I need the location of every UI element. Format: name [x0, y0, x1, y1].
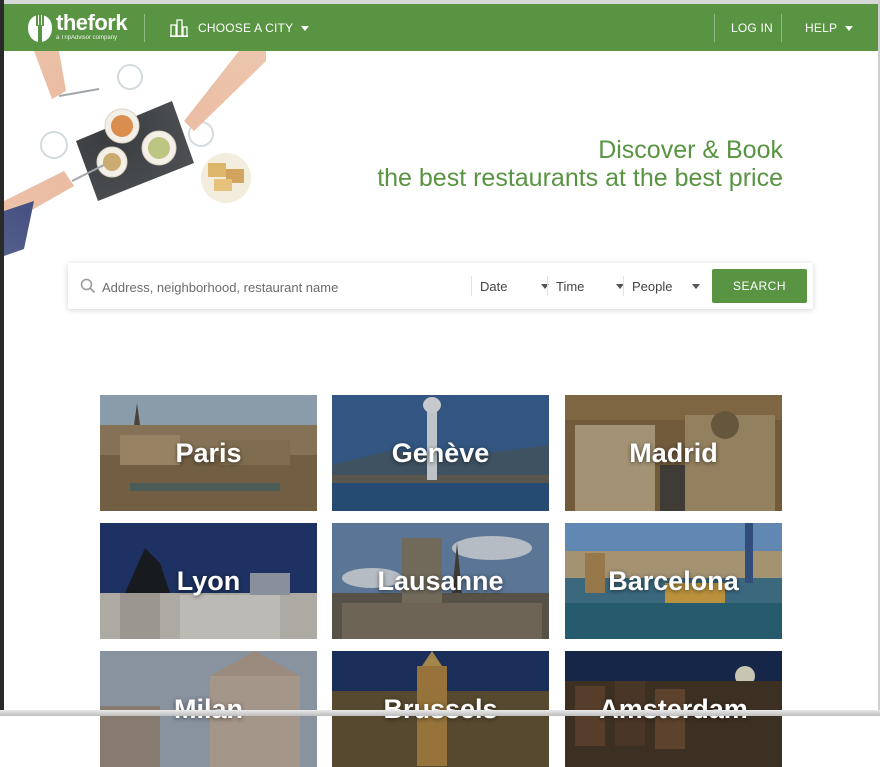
- people-label: People: [632, 278, 673, 294]
- city-card-lyon[interactable]: Lyon: [100, 523, 317, 639]
- date-label: Date: [480, 278, 508, 294]
- date-dropdown[interactable]: Date: [471, 276, 549, 296]
- thefork-logo[interactable]: thefork a TripAdvisor company: [26, 10, 128, 44]
- city-name: Milan: [173, 693, 243, 724]
- city-buildings-icon: [170, 19, 188, 37]
- city-card-geneve[interactable]: Genève: [332, 395, 549, 511]
- choose-city-label: CHOOSE A CITY: [198, 21, 294, 35]
- header-divider: [714, 14, 715, 42]
- help-dropdown[interactable]: HELP: [805, 14, 854, 42]
- time-label: Time: [556, 278, 585, 294]
- city-name: Paris: [175, 437, 242, 468]
- hero-food-image: [4, 51, 266, 266]
- search-bar: Date Time People SEARCH: [68, 263, 813, 309]
- city-name: Lausanne: [377, 565, 504, 596]
- window-bottom-edge: [0, 710, 880, 716]
- city-card-amsterdam[interactable]: Amsterdam: [565, 651, 782, 767]
- chevron-down-icon: [845, 25, 854, 31]
- city-card-madrid[interactable]: Madrid: [565, 395, 782, 511]
- header-divider: [781, 14, 782, 42]
- login-label: LOG IN: [731, 21, 773, 35]
- logo-wordmark: thefork: [56, 10, 128, 35]
- header-divider: [144, 14, 145, 42]
- city-name: Brussels: [383, 693, 498, 724]
- search-button[interactable]: SEARCH: [712, 269, 807, 303]
- city-name: Barcelona: [608, 565, 739, 596]
- tagline-line-1: Discover & Book: [598, 136, 783, 164]
- choose-city-dropdown[interactable]: CHOOSE A CITY: [170, 14, 310, 42]
- logo-subtext: a TripAdvisor company: [56, 35, 118, 41]
- city-card-paris[interactable]: Paris: [100, 395, 317, 511]
- top-nav-bar: thefork a TripAdvisor company CHOOSE A C…: [4, 4, 878, 51]
- time-dropdown[interactable]: Time: [547, 276, 624, 296]
- people-dropdown[interactable]: People: [623, 276, 700, 296]
- city-card-brussels[interactable]: Brussels: [332, 651, 549, 767]
- city-card-lausanne[interactable]: Lausanne: [332, 523, 549, 639]
- fork-logo-icon: [28, 13, 52, 42]
- city-card-barcelona[interactable]: Barcelona: [565, 523, 782, 639]
- search-input[interactable]: [100, 271, 464, 303]
- tagline-line-2: the best restaurants at the best price: [377, 164, 783, 192]
- chevron-down-icon: [301, 25, 310, 31]
- city-name: Madrid: [629, 437, 718, 468]
- hero-tagline: Discover & Book the best restaurants at …: [377, 136, 783, 192]
- city-card-milan[interactable]: Milan: [100, 651, 317, 767]
- search-icon: [80, 278, 96, 294]
- city-name: Genève: [391, 437, 490, 468]
- help-label: HELP: [805, 21, 838, 35]
- chevron-down-icon: [692, 284, 700, 289]
- city-name: Amsterdam: [599, 693, 748, 724]
- city-name: Lyon: [176, 565, 241, 596]
- login-link[interactable]: LOG IN: [731, 14, 773, 42]
